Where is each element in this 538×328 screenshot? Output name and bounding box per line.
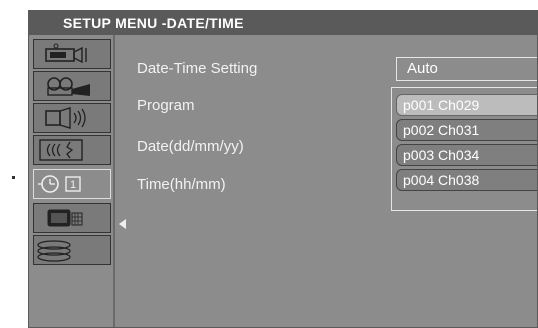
program-option-3[interactable]: p003 Ch034 [396, 144, 537, 166]
tab-projector[interactable] [33, 71, 111, 101]
menu-title: SETUP MENU -DATE/TIME [29, 11, 537, 35]
projector-icon [47, 77, 90, 96]
signal-wave-icon [39, 139, 83, 161]
program-dropdown[interactable]: p001 Ch029 p002 Ch031 p003 Ch034 p004 Ch… [391, 87, 537, 211]
tab-badge: 1 [70, 179, 76, 191]
video-camera-icon [45, 43, 87, 64]
tab-signal[interactable] [33, 135, 111, 165]
label-time: Time(hh/mm) [137, 176, 226, 193]
active-tab-pointer-icon [119, 219, 126, 229]
clock-icon: 1 [38, 175, 81, 193]
label-program: Program [137, 97, 195, 114]
tab-video[interactable] [33, 39, 111, 69]
tab-date-time[interactable]: 1 [33, 169, 111, 199]
setup-menu-panel: SETUP MENU -DATE/TIME 1 Date-Time Settin… [28, 10, 538, 328]
disc-stack-icon [37, 240, 71, 262]
program-option-4[interactable]: p004 Ch038 [396, 169, 537, 191]
sidebar: 1 [29, 35, 113, 327]
sidebar-divider [113, 35, 115, 327]
tab-audio[interactable] [33, 103, 111, 133]
date-time-setting-select[interactable]: Auto [396, 57, 537, 81]
label-date-time-setting: Date-Time Setting [137, 60, 258, 77]
speaker-icon [45, 107, 86, 129]
label-date: Date(dd/mm/yy) [137, 138, 244, 155]
tab-disc[interactable] [33, 235, 111, 265]
program-option-1[interactable]: p001 Ch029 [396, 94, 537, 116]
stray-dot [12, 176, 15, 179]
display-grid-icon [47, 209, 83, 227]
tab-display[interactable] [33, 203, 111, 233]
program-option-2[interactable]: p002 Ch031 [396, 119, 537, 141]
